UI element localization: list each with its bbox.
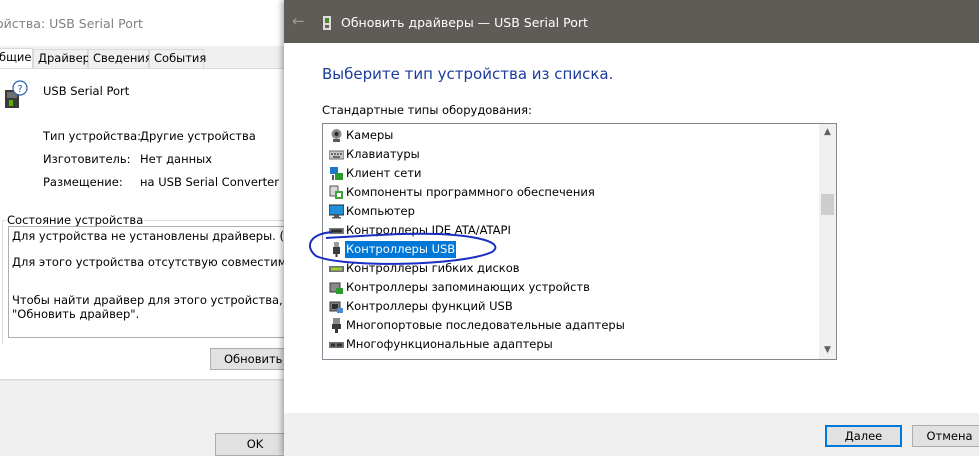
tab-driver[interactable]: Драйвер: [33, 49, 90, 68]
list-item-keyboards[interactable]: Клавиатуры: [323, 145, 820, 164]
ok-button[interactable]: OK: [215, 433, 295, 456]
list-item-label: Компоненты программного обеспечения: [346, 185, 595, 199]
software-component-icon: [329, 185, 343, 199]
cancel-button[interactable]: Отмена: [912, 425, 979, 447]
computer-icon: [329, 204, 344, 219]
status-line: Для устройства не установлены драйверы. …: [12, 229, 289, 243]
list-item-label: Компьютер: [346, 204, 415, 218]
next-button[interactable]: Далее: [825, 425, 902, 447]
unknown-device-icon: ?: [5, 80, 28, 108]
list-item-label: Контроллеры гибких дисков: [346, 261, 520, 275]
keyboard-icon: [329, 150, 344, 160]
tab-events-label: События: [154, 51, 207, 65]
floppy-controller-icon: [329, 266, 344, 272]
back-arrow-icon[interactable]: ←: [292, 13, 308, 29]
wizard-heading: Выберите тип устройства из списка.: [322, 65, 614, 83]
list-item-floppy-controllers[interactable]: Контроллеры гибких дисков: [323, 259, 820, 278]
update-driver-wizard: ← Обновить драйверы — USB Serial Port Вы…: [284, 0, 979, 456]
wizard-title: Обновить драйверы — USB Serial Port: [341, 15, 588, 30]
list-item-multiport-serial[interactable]: Многопортовые последовательные адаптеры: [323, 316, 820, 335]
scrollbar-thumb[interactable]: [821, 194, 834, 215]
list-item-storage-controllers[interactable]: Контроллеры запоминающих устройств: [323, 278, 820, 297]
tab-details-label: Сведения: [93, 51, 152, 65]
next-button-label: Далее: [844, 429, 883, 443]
list-item-usb-controllers[interactable]: Контроллеры USB: [323, 240, 820, 259]
list-item-software-components[interactable]: Компоненты программного обеспечения: [323, 183, 820, 202]
list-scrollbar[interactable]: ▲ ▼: [819, 124, 836, 359]
list-item-multifunction-adapters[interactable]: Многофункциональные адаптеры: [323, 335, 820, 354]
list-item-usb-function-controllers[interactable]: Контроллеры функций USB: [323, 297, 820, 316]
tab-driver-label: Драйвер: [38, 51, 90, 65]
divider: [0, 380, 290, 381]
device-type-value: Другие устройства: [140, 129, 256, 143]
ide-controller-icon: [329, 228, 344, 234]
properties-window: ойства: USB Serial Port бщие Драйвер Све…: [0, 0, 300, 456]
hardware-types-label: Стандартные типы оборудования:: [322, 103, 532, 117]
status-group-title: Состояние устройства: [6, 213, 145, 227]
multiport-serial-icon: [332, 318, 341, 333]
tab-general-label: бщие: [0, 50, 32, 64]
list-item-label: Многопортовые последовательные адаптеры: [346, 318, 625, 332]
list-item-label: Контроллеры USB: [345, 241, 457, 258]
list-item-label: Многофункциональные адаптеры: [346, 337, 553, 351]
properties-window-title: ойства: USB Serial Port: [0, 16, 143, 31]
hardware-type-list[interactable]: Камеры Клавиатуры Клиент сети Компоненты…: [322, 123, 837, 360]
properties-titlebar: ойства: USB Serial Port: [0, 0, 290, 46]
location-label: Размещение:: [43, 175, 123, 189]
list-item-network-client[interactable]: Клиент сети: [323, 164, 820, 183]
list-item-ide-controllers[interactable]: Контроллеры IDE ATA/ATAPI: [323, 221, 820, 240]
device-name: USB Serial Port: [43, 84, 130, 98]
list-item-label: Контроллеры функций USB: [346, 299, 513, 313]
status-line: "Обновить драйвер".: [12, 307, 140, 321]
tab-general[interactable]: бщие: [0, 48, 33, 69]
list-item-label: Клиент сети: [346, 166, 422, 180]
network-client-icon: [330, 167, 343, 180]
list-item-cameras[interactable]: Камеры: [323, 126, 820, 145]
tab-details[interactable]: Сведения: [88, 49, 152, 68]
usb-icon: [333, 242, 340, 257]
storage-controller-icon: [329, 282, 343, 294]
svg-text:?: ?: [17, 84, 22, 95]
list-item-label: Камеры: [346, 128, 394, 142]
camera-icon: [331, 129, 342, 142]
chevron-down-icon[interactable]: ▼: [819, 342, 836, 359]
list-item-computer[interactable]: Компьютер: [323, 202, 820, 221]
multifunction-adapter-icon: [329, 342, 344, 348]
list-item-label: Клавиатуры: [346, 147, 420, 161]
manufacturer-value: Нет данных: [140, 152, 212, 166]
location-value: на USB Serial Converter: [140, 175, 279, 189]
status-textbox[interactable]: Для устройства не установлены драйверы. …: [8, 226, 290, 338]
manufacturer-label: Изготовитель:: [43, 152, 131, 166]
usb-function-icon: [329, 301, 343, 313]
device-manager-icon: [323, 16, 331, 30]
wizard-titlebar: ← Обновить драйверы — USB Serial Port: [284, 0, 979, 43]
chevron-up-icon[interactable]: ▲: [819, 124, 836, 141]
tab-events[interactable]: События: [149, 49, 207, 68]
status-line: Чтобы найти драйвер для этого устройства…: [12, 293, 289, 307]
status-line: Для этого устройства отсутствую совмести…: [12, 255, 289, 269]
list-item-label: Контроллеры запоминающих устройств: [346, 280, 590, 294]
device-type-label: Тип устройства:: [43, 129, 142, 143]
ok-button-label: OK: [246, 437, 264, 451]
cancel-button-label: Отмена: [926, 429, 973, 443]
list-item-label: Контроллеры IDE ATA/ATAPI: [346, 223, 511, 237]
